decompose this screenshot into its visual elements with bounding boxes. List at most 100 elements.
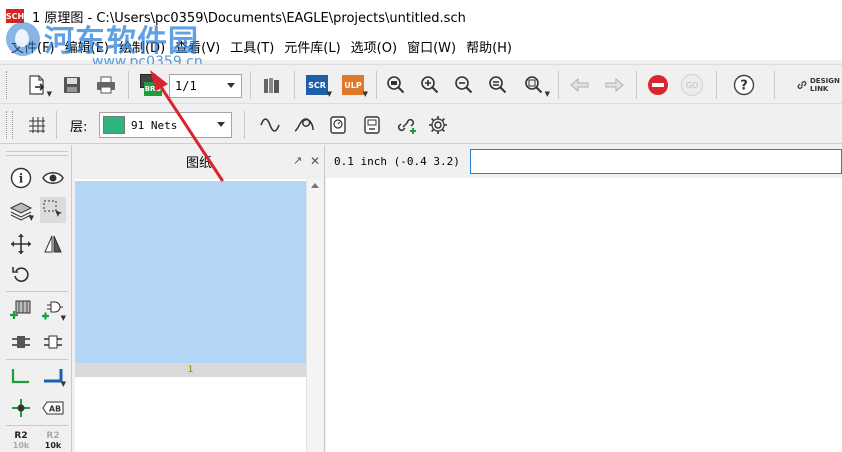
toolbar-separator [716,71,717,99]
meter-icon [364,116,380,134]
palette-separator [6,151,68,152]
toolbar-separator [636,71,637,99]
scroll-up-icon[interactable] [311,183,319,188]
group-select-button[interactable] [40,197,66,223]
selection-rectangle-icon [43,200,62,217]
zoom-out-button[interactable] [450,71,478,99]
toolbar-separator [558,71,559,99]
toolbar-separator [56,111,57,139]
gear-icon [429,116,447,134]
show-button[interactable] [40,165,66,191]
sheet-thumbnail[interactable] [75,181,306,363]
toolbar-separator [128,71,129,99]
undock-icon[interactable]: ↗ [293,154,302,167]
title-bar: SCH 1 原理图 - C:\Users\pc0359\Documents\EA… [0,0,842,32]
palette-separator [6,425,68,426]
palette-separator [6,155,68,156]
go-button[interactable]: GO [678,71,706,99]
label-button[interactable]: AB [40,395,66,421]
board-switch-icon: BRD [140,74,162,96]
menu-edit[interactable]: 编辑(E) [60,37,114,56]
pin-swap-button[interactable] [40,329,66,355]
menu-window[interactable]: 窗口(W) [402,37,461,56]
command-line-input[interactable] [470,149,842,174]
zoom-fit-button[interactable] [382,71,410,99]
menu-help[interactable]: 帮助(H) [461,37,517,56]
layer-color-swatch [103,116,125,134]
zoom-out-icon [455,76,473,94]
sheets-scrollbar[interactable] [306,179,323,452]
grid-button[interactable] [24,111,50,139]
go-icon: GO [681,74,703,96]
add-part-button[interactable] [8,297,34,323]
layer-select[interactable]: 91 Nets [99,112,232,138]
zoom-select-button[interactable]: ▼ [518,71,550,99]
toolbar-separator [250,71,251,99]
svg-text:?: ? [740,79,748,94]
toolbar-separator [376,71,377,99]
move-button[interactable] [8,231,34,257]
wire-style-button[interactable] [256,111,284,139]
window-title: 1 原理图 - C:\Users\pc0359\Documents\EAGLE\… [32,10,466,26]
library-manager-button[interactable] [258,71,286,99]
svg-text:AB: AB [49,405,61,414]
layer-select-value: 91 Nets [131,118,178,132]
name-button[interactable]: R2 10k [8,428,34,452]
sheets-list: 1 [75,179,306,452]
undo-button[interactable] [566,71,594,99]
replace-button[interactable] [8,329,34,355]
menu-draw[interactable]: 绘制(D) [114,37,170,56]
run-ulp-button[interactable]: ULP ▼ [338,71,368,99]
open-file-button[interactable]: ▼ [22,71,52,99]
help-button[interactable]: ? [730,71,758,99]
info-icon: i [10,167,32,189]
junction-button[interactable] [8,395,34,421]
close-icon[interactable]: ✕ [310,154,320,168]
run-script-button[interactable]: SCR ▼ [302,71,332,99]
menu-tools[interactable]: 工具(T) [225,37,279,56]
layer-label: 层: [70,120,88,135]
value-button[interactable]: R2 10k [40,428,66,452]
coordinate-display: 0.1 inch (-0.4 3.2) [334,155,460,168]
menu-options[interactable]: 选项(O) [346,37,402,56]
script-icon: SCR [306,75,328,95]
net-button[interactable] [8,363,34,389]
menu-library[interactable]: 元件库(L) [279,37,345,56]
value-name-label: R2 [46,431,60,441]
rotate-icon [12,267,29,282]
redo-button[interactable] [600,71,628,99]
meter-button[interactable] [358,111,386,139]
zoom-in-button[interactable] [416,71,444,99]
bend-style-button[interactable] [290,111,318,139]
sheet-select[interactable]: 1/1 [169,74,242,98]
add-connection-button[interactable] [392,111,420,139]
eagle-window: SCH 1 原理图 - C:\Users\pc0359\Documents\EA… [0,0,842,452]
main-toolbar: ▼ BRD 1/1 SCR ▼ ULP ▼ ▼ GO ? DESIGN LINK [0,64,842,104]
menu-file[interactable]: 文件(F) [6,37,60,56]
sheet-select-value: 1/1 [175,79,197,93]
stop-button[interactable] [644,71,672,99]
add-gate-button[interactable]: ▼ [40,297,66,323]
switch-to-board-button[interactable]: BRD [137,71,165,99]
info-button[interactable]: i [8,165,34,191]
design-link-button[interactable]: DESIGN LINK [796,73,842,97]
move-arrows-icon [11,234,31,254]
layers-button[interactable]: ▼ [8,197,34,223]
command-palette: i ▼ ▼ ▼ AB R2 10k R2 10k [0,145,72,452]
schematic-canvas[interactable] [326,178,842,452]
menu-view[interactable]: 查看(V) [170,37,225,56]
sheets-panel-title: 图纸 [185,155,212,171]
bus-button[interactable]: ▼ [40,363,66,389]
probe-button[interactable] [324,111,352,139]
chevron-down-icon [217,122,225,127]
rotate-button[interactable] [8,261,34,287]
curve-loop-icon [294,118,314,132]
zoom-redraw-button[interactable] [484,71,512,99]
mirror-button[interactable] [40,231,66,257]
zoom-select-icon [525,76,543,94]
save-icon [64,77,80,93]
settings-button[interactable] [424,111,452,139]
print-button[interactable] [92,71,120,99]
save-button[interactable] [58,71,86,99]
toolbar-grip [12,111,15,139]
